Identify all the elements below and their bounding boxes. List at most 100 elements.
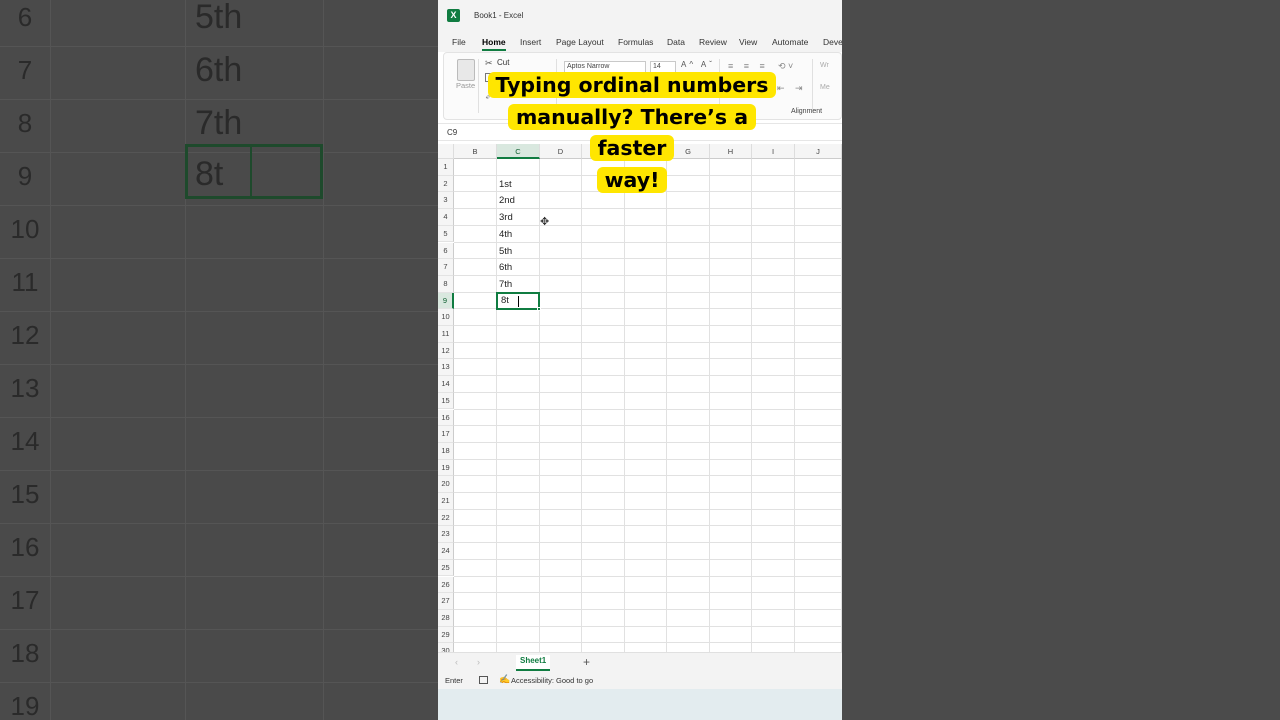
tab-data[interactable]: Data	[667, 37, 685, 47]
gridline	[454, 425, 842, 427]
row-header-19[interactable]: 19	[438, 459, 454, 477]
cell-c4[interactable]: 3rd	[499, 212, 513, 223]
gridline	[539, 159, 540, 652]
row-header-18[interactable]: 18	[438, 442, 454, 460]
gridline	[496, 159, 497, 652]
row-header-5[interactable]: 5	[438, 225, 454, 243]
caption-line: Typing ordinal numbers	[480, 70, 784, 102]
select-all-corner[interactable]	[438, 144, 454, 159]
tab-developer[interactable]: Deve	[823, 37, 842, 47]
row-header-4[interactable]: 4	[438, 209, 454, 226]
wrap-text-button[interactable]: Wr	[820, 62, 829, 69]
background-cell: 8t	[195, 155, 224, 193]
worksheet-grid[interactable]: BCDEFGHIJ1234567891011121314151617181920…	[438, 144, 842, 660]
background-gridline	[0, 417, 438, 418]
cell-c7[interactable]: 6th	[499, 262, 512, 273]
row-header-20[interactable]: 20	[438, 476, 454, 493]
row-header-28[interactable]: 28	[438, 609, 454, 627]
background-row-number: 18	[10, 638, 40, 668]
row-header-27[interactable]: 27	[438, 593, 454, 610]
sheet-next-icon[interactable]: ›	[477, 657, 480, 667]
background-gridline	[0, 523, 438, 524]
row-header-10[interactable]: 10	[438, 309, 454, 326]
row-header-16[interactable]: 16	[438, 409, 454, 427]
gridline	[841, 159, 842, 652]
row-header-21[interactable]: 21	[438, 493, 454, 510]
accessibility-icon[interactable]: ✍	[499, 674, 510, 685]
merge-center-button[interactable]: Me	[820, 84, 830, 91]
gridline	[454, 375, 842, 377]
add-sheet-button[interactable]: +	[583, 655, 590, 669]
accessibility-status[interactable]: Accessibility: Good to go	[511, 676, 593, 685]
row-header-17[interactable]: 17	[438, 426, 454, 443]
background-right-panel	[842, 0, 1280, 720]
active-cell-c9[interactable]: 8t	[496, 292, 540, 310]
gridline	[581, 159, 582, 652]
gridline	[454, 542, 842, 544]
row-header-6[interactable]: 6	[438, 242, 454, 260]
row-header-23[interactable]: 23	[438, 526, 454, 544]
row-header-25[interactable]: 25	[438, 559, 454, 577]
row-header-2[interactable]: 2	[438, 175, 454, 193]
cell-c5[interactable]: 4th	[499, 229, 512, 240]
gridline	[454, 325, 842, 326]
cell-c8[interactable]: 7th	[499, 279, 512, 290]
background-gridline	[0, 470, 438, 471]
gridline	[454, 341, 842, 343]
row-header-1[interactable]: 1	[438, 159, 454, 176]
paste-label[interactable]: Paste	[456, 81, 475, 90]
name-box[interactable]: C9	[442, 125, 482, 140]
tab-file[interactable]: File	[452, 37, 466, 47]
tab-page-layout[interactable]: Page Layout	[556, 37, 604, 47]
tab-formulas[interactable]: Formulas	[618, 37, 653, 47]
tab-review[interactable]: Review	[699, 37, 727, 47]
row-header-29[interactable]: 29	[438, 626, 454, 644]
background-gridline	[0, 311, 438, 312]
caption-line: manually? There’s a faster	[480, 102, 784, 165]
gridline	[709, 159, 710, 652]
background-gridline	[0, 205, 438, 206]
tab-automate[interactable]: Automate	[772, 37, 808, 47]
row-header-26[interactable]: 26	[438, 576, 454, 594]
cut-icon[interactable]: ✂	[485, 58, 493, 69]
cut-button[interactable]: Cut	[497, 58, 509, 67]
font-grow-shrink-icons[interactable]: A^ Aˇ	[681, 60, 715, 69]
row-header-7[interactable]: 7	[438, 259, 454, 276]
row-header-22[interactable]: 22	[438, 509, 454, 527]
paste-icon[interactable]	[457, 59, 475, 81]
cell-c6[interactable]: 5th	[499, 246, 512, 257]
gridline	[624, 159, 625, 652]
column-header-j[interactable]: J	[795, 144, 842, 159]
row-header-15[interactable]: 15	[438, 392, 454, 410]
row-header-11[interactable]: 11	[438, 326, 454, 343]
row-header-8[interactable]: 8	[438, 275, 454, 293]
fill-handle[interactable]	[537, 307, 541, 311]
tab-home[interactable]: Home	[482, 37, 506, 47]
gridline	[454, 558, 842, 560]
background-row-number: 13	[10, 373, 40, 403]
sheet-tab-sheet1[interactable]: Sheet1	[516, 655, 551, 671]
background-row-number: 7	[17, 55, 33, 85]
window-title: Book1 - Excel	[474, 11, 524, 20]
row-header-24[interactable]: 24	[438, 543, 454, 560]
background-gridline	[0, 629, 438, 630]
row-header-12[interactable]: 12	[438, 342, 454, 360]
row-header-3[interactable]: 3	[438, 192, 454, 210]
tab-view[interactable]: View	[739, 37, 757, 47]
gridline	[454, 575, 842, 577]
row-header-13[interactable]: 13	[438, 359, 454, 377]
tab-insert[interactable]: Insert	[520, 37, 541, 47]
background-cell: 7th	[195, 104, 243, 142]
title-bar: X Book1 - Excel	[438, 0, 842, 32]
cell-c3[interactable]: 2nd	[499, 195, 515, 206]
gridline	[454, 475, 842, 477]
background-gridline	[185, 0, 186, 720]
row-header-14[interactable]: 14	[438, 376, 454, 393]
background-gridline	[0, 682, 438, 683]
gridline	[454, 391, 842, 393]
gridline	[794, 159, 795, 652]
row-header-9[interactable]: 9	[438, 292, 454, 310]
macro-record-icon[interactable]	[479, 676, 488, 684]
background-gridline	[323, 0, 324, 720]
sheet-prev-icon[interactable]: ‹	[455, 657, 458, 667]
